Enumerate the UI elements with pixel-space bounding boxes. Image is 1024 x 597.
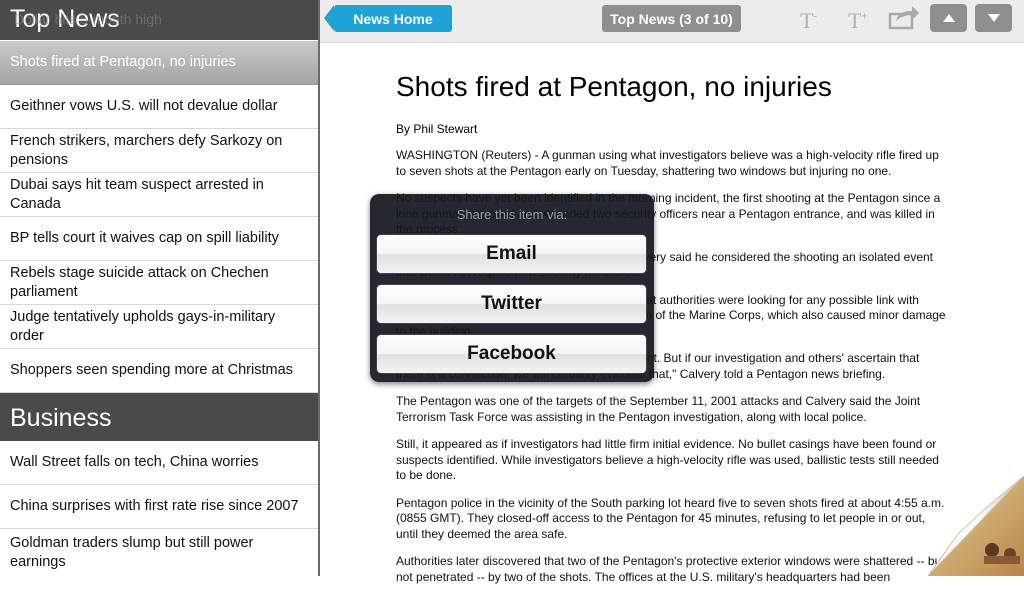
article-paragraph: Authorities later discovered that two of… [396,554,945,584]
share-prompt: Share this item via: [456,207,568,222]
list-item[interactable]: Geithner vows U.S. will not devalue doll… [0,85,318,129]
share-popover: Share this item via: Email Twitter Faceb… [370,194,654,382]
section-header-top-news: Top News Dollar hits 5-month high [0,0,318,40]
list-item[interactable]: Wall Street falls on tech, China worries [0,441,318,485]
sidebar-divider [318,0,320,576]
previous-article-button[interactable] [930,4,967,32]
toolbar: News Home Top News (3 of 10) T- T+ [320,0,1024,43]
share-email-button[interactable]: Email [376,234,647,274]
list-item[interactable]: Shots fired at Pentagon, no injuries [0,41,318,85]
list-item[interactable]: Goldman traders slump but still power ea… [0,529,318,576]
list-item-label: Rebels stage suicide attack on Chechen p… [10,264,269,300]
sidebar: Top News Dollar hits 5-month high Shots … [0,0,318,576]
article-paragraph: Pentagon police in the vicinity of the S… [396,495,945,541]
article-paragraph: The Pentagon was one of the targets of t… [396,394,921,424]
page-curl-corner[interactable] [927,475,1024,577]
share-twitter-button[interactable]: Twitter [376,284,647,324]
list-item-label: Shots fired at Pentagon, no injuries [10,54,236,70]
share-facebook-button[interactable]: Facebook [376,334,647,374]
news-home-button[interactable]: News Home [324,5,452,32]
byline: By Phil Stewart [396,122,478,136]
list-item[interactable]: Shoppers seen spending more at Christmas [0,349,318,393]
list-item-label: French strikers, marchers defy Sarkozy o… [10,132,283,168]
article-paragraph: WASHINGTON (Reuters) - A gunman using wh… [396,148,939,178]
list-item-label: Shoppers seen spending more at Christmas [10,362,293,378]
list-item[interactable]: Rebels stage suicide attack on Chechen p… [0,261,318,305]
list-item[interactable]: Judge tentatively upholds gays-in-milita… [0,305,318,349]
list-item[interactable]: French strikers, marchers defy Sarkozy o… [0,129,318,173]
list-item-label: Goldman traders slump but still power ea… [10,534,254,570]
list-item-label: Geithner vows U.S. will not devalue doll… [10,98,278,114]
page-indicator-button[interactable]: Top News (3 of 10) [602,5,741,32]
article-paragraph: Still, it appeared as if investigators h… [396,437,939,482]
hidden-list-item: Dollar hits 5-month high [14,11,162,27]
share-icon[interactable] [888,5,920,36]
list-item-label: Dubai says hit team suspect arrested in … [10,176,264,212]
list-item-label: Judge tentatively upholds gays-in-milita… [10,308,276,344]
text-smaller-icon[interactable]: T- [800,8,817,34]
section-title: Business [10,404,112,432]
article-title: Shots fired at Pentagon, no injuries [396,71,832,102]
list-item-label: Wall Street falls on tech, China worries [10,454,259,470]
list-item-label: BP tells court it waives cap on spill li… [10,230,279,246]
list-item[interactable]: BP tells court it waives cap on spill li… [0,217,318,261]
next-article-button[interactable] [975,4,1012,32]
arrow-up-icon [942,14,955,22]
list-item[interactable]: Dubai says hit team suspect arrested in … [0,173,318,217]
list-item[interactable]: China surprises with first rate rise sin… [0,485,318,529]
section-header-business: Business [0,393,318,441]
list-item-label: China surprises with first rate rise sin… [10,498,299,514]
arrow-down-icon [987,14,1000,22]
text-larger-icon[interactable]: T+ [848,8,868,34]
